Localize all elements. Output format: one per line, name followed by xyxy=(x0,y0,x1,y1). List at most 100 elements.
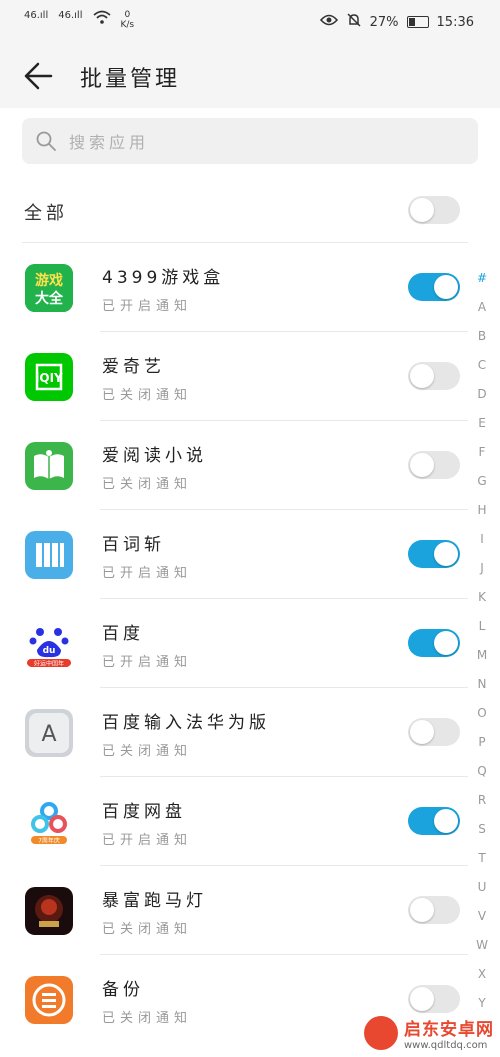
keyboard-a-text: A xyxy=(41,722,56,747)
index-letter[interactable]: A xyxy=(472,293,492,322)
app-name: 暴富跑马灯 xyxy=(102,891,207,911)
search-input[interactable] xyxy=(67,118,451,166)
baidu-paw-icon: du 好运中国年 xyxy=(25,620,73,668)
app-name: 百度 xyxy=(102,624,144,644)
index-letter[interactable]: K xyxy=(472,583,492,612)
list-item: 百词斩 已开启通知 xyxy=(0,510,500,599)
battery-percent: 27% xyxy=(369,14,399,30)
app-status: 已开启通知 xyxy=(102,833,193,848)
app-status: 已关闭通知 xyxy=(102,922,193,937)
list-item: 爱阅读小说 已关闭通知 xyxy=(0,421,500,510)
index-letter[interactable]: J xyxy=(472,554,492,583)
index-letter[interactable]: T xyxy=(472,844,492,873)
app-name: 爱阅读小说 xyxy=(102,446,207,466)
backup-icon xyxy=(25,976,73,1024)
index-letter[interactable]: F xyxy=(472,438,492,467)
bell-muted-icon xyxy=(346,12,362,32)
index-letter[interactable]: W xyxy=(472,931,492,960)
list-item: du 好运中国年 百度 已开启通知 xyxy=(0,599,500,688)
back-arrow-icon[interactable] xyxy=(22,60,54,92)
notification-toggle[interactable] xyxy=(408,718,460,746)
app-status: 已关闭通知 xyxy=(102,1011,193,1026)
app-status: 已开启通知 xyxy=(102,299,193,314)
watermark: 启东安卓网 www.qdltdq.com xyxy=(364,1015,494,1051)
list-item: iQIY 爱奇艺 已关闭通知 xyxy=(0,332,500,421)
watermark-title: 启东安卓网 xyxy=(404,1020,494,1040)
list-item: A 百度输入法华为版 已关闭通知 xyxy=(0,688,500,777)
app-name: 4399游戏盒 xyxy=(102,268,225,288)
signal-icon: 46.ıll xyxy=(58,10,83,21)
index-letter[interactable]: G xyxy=(472,467,492,496)
notification-toggle[interactable] xyxy=(408,629,460,657)
index-letter[interactable]: Y xyxy=(472,989,492,1018)
notification-toggle[interactable] xyxy=(408,985,460,1013)
list-item: 游戏 大全 4399游戏盒 已开启通知 xyxy=(0,243,500,332)
keyboard-a-icon: A xyxy=(25,709,73,757)
page-title: 批量管理 xyxy=(80,67,181,92)
battery-icon xyxy=(406,16,429,28)
index-letter[interactable]: R xyxy=(472,786,492,815)
index-letter[interactable]: M xyxy=(472,641,492,670)
notification-toggle[interactable] xyxy=(408,451,460,479)
status-bar: 46.ıll 46.ıll 0 K/s 27% 15:36 xyxy=(0,0,500,44)
notification-toggle[interactable] xyxy=(408,273,460,301)
index-letter[interactable]: O xyxy=(472,699,492,728)
select-all-row: 全部 xyxy=(22,180,468,243)
eye-icon xyxy=(319,14,338,30)
app-status: 已关闭通知 xyxy=(102,477,193,492)
app-status: 已开启通知 xyxy=(102,566,193,581)
index-letter[interactable]: P xyxy=(472,728,492,757)
baidu-banner-text: 好运中国年 xyxy=(34,660,64,668)
select-all-label: 全部 xyxy=(24,203,68,224)
index-letter[interactable]: Q xyxy=(472,757,492,786)
search-bar[interactable] xyxy=(22,118,478,166)
list-item: 7周年庆 百度网盘 已开启通知 xyxy=(0,777,500,866)
index-letter[interactable]: V xyxy=(472,902,492,931)
game-box-icon: 游戏 大全 xyxy=(25,264,73,312)
app-status: 已关闭通知 xyxy=(102,388,193,403)
book-icon xyxy=(25,442,73,490)
index-letter[interactable]: B xyxy=(472,322,492,351)
clock: 15:36 xyxy=(436,14,474,30)
iqiyi-text: iQIY xyxy=(35,371,63,385)
index-letter[interactable]: C xyxy=(472,351,492,380)
select-all-toggle[interactable] xyxy=(408,196,460,224)
app-name: 备份 xyxy=(102,980,144,1000)
watermark-url: www.qdltdq.com xyxy=(404,1040,488,1051)
index-letter[interactable]: L xyxy=(472,612,492,641)
netdisk-banner-text: 7周年庆 xyxy=(38,837,60,845)
wifi-icon xyxy=(92,10,111,27)
index-letter[interactable]: N xyxy=(472,670,492,699)
game-box-text: 游戏 xyxy=(35,272,63,289)
app-status: 已关闭通知 xyxy=(102,744,193,759)
index-letter[interactable]: E xyxy=(472,409,492,438)
index-letter[interactable]: X xyxy=(472,960,492,989)
alphabet-index[interactable]: # A B C D E F G H I J K L M N O P Q R S T U V W X Y xyxy=(472,264,492,1018)
index-letter[interactable]: D xyxy=(472,380,492,409)
notification-toggle[interactable] xyxy=(408,896,460,924)
notification-toggle[interactable] xyxy=(408,807,460,835)
app-list: 游戏 大全 4399游戏盒 已开启通知 iQIY 爱奇艺 已关闭通知 爱阅读小说… xyxy=(0,243,500,1044)
index-letter[interactable]: U xyxy=(472,873,492,902)
header: 批量管理 xyxy=(0,44,500,108)
game-box-text: 大全 xyxy=(35,290,64,307)
app-status: 已开启通知 xyxy=(102,655,193,670)
notification-toggle[interactable] xyxy=(408,362,460,390)
app-name: 爱奇艺 xyxy=(102,357,165,377)
baicizhan-icon xyxy=(25,531,73,579)
notification-toggle[interactable] xyxy=(408,540,460,568)
iqiyi-icon: iQIY xyxy=(25,353,73,401)
app-name: 百度网盘 xyxy=(102,802,186,822)
app-name: 百词斩 xyxy=(102,535,165,555)
index-letter[interactable]: S xyxy=(472,815,492,844)
net-speed: 0 K/s xyxy=(120,10,135,30)
baidu-du-text: du xyxy=(43,646,56,656)
game-art-icon xyxy=(25,887,73,935)
search-icon xyxy=(35,130,57,152)
index-letter[interactable]: # xyxy=(472,264,492,293)
index-letter[interactable]: H xyxy=(472,496,492,525)
watermark-logo-icon xyxy=(364,1016,398,1050)
cloud-drive-icon: 7周年庆 xyxy=(25,798,73,846)
app-name: 百度输入法华为版 xyxy=(102,713,270,733)
index-letter[interactable]: I xyxy=(472,525,492,554)
